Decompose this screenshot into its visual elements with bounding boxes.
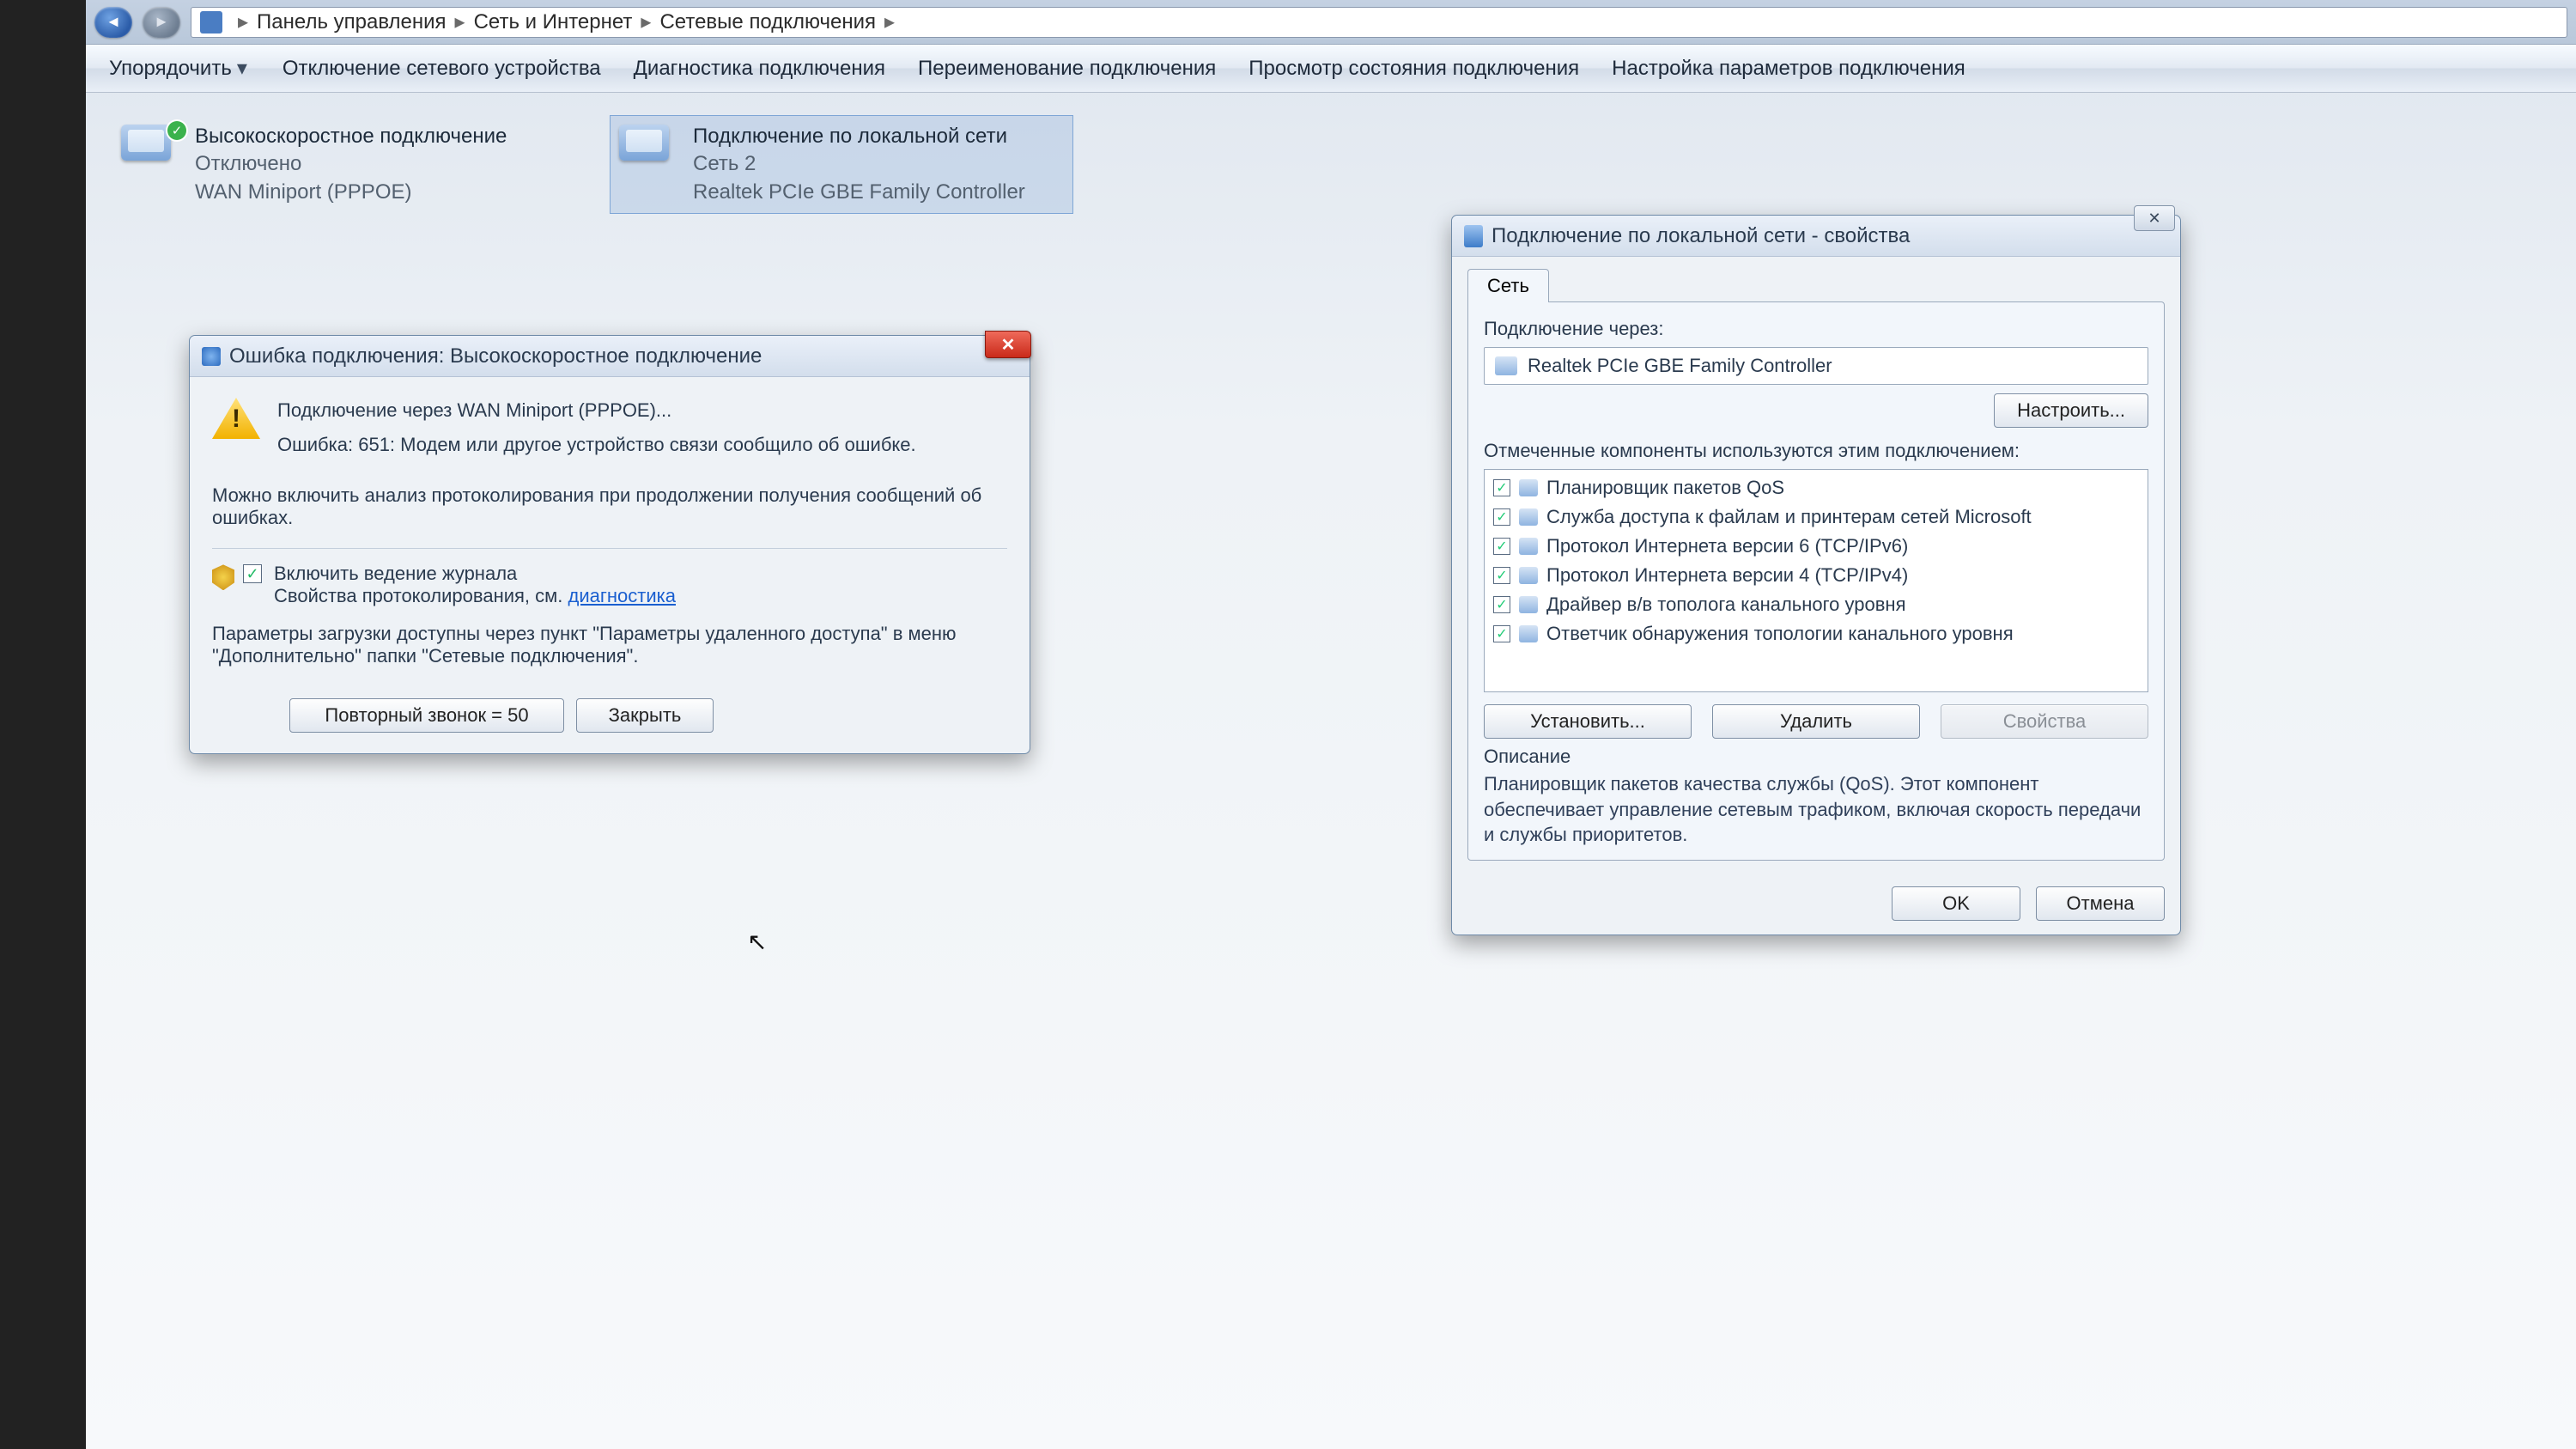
chevron-right-icon: ▸ [455, 9, 465, 34]
connection-status: Отключено [195, 150, 507, 178]
chevron-right-icon: ▸ [884, 9, 895, 34]
connection-name: Подключение по локальной сети [693, 123, 1025, 150]
params-note-text: Параметры загрузки доступны через пункт … [212, 623, 1007, 667]
breadcrumb-item[interactable]: Сеть и Интернет [474, 10, 633, 34]
error-analysis-text: Можно включить анализ протоколирования п… [212, 484, 1007, 529]
chevron-right-icon: ▸ [641, 9, 651, 34]
breadcrumb-item[interactable]: Сетевые подключения [659, 10, 876, 34]
checkbox[interactable]: ✓ [1493, 596, 1510, 613]
connection-status: Сеть 2 [693, 150, 1025, 178]
component-item[interactable]: ✓ Ответчик обнаружения топологии канально… [1486, 619, 2146, 648]
shield-icon [212, 564, 234, 590]
toolbar-disable-device[interactable]: Отключение сетевого устройства [277, 53, 606, 84]
component-item[interactable]: ✓ Планировщик пакетов QoS [1486, 473, 2146, 502]
error-dialog-titlebar[interactable]: Ошибка подключения: Высокоскоростное под… [190, 336, 1030, 377]
dialup-icon [202, 347, 221, 366]
component-label: Драйвер в/в тополога канального уровня [1546, 594, 1906, 616]
nav-forward-button[interactable] [143, 7, 180, 38]
divider [212, 548, 1007, 549]
component-icon [1519, 567, 1538, 584]
close-icon: ✕ [2148, 210, 2160, 228]
component-icon [1519, 538, 1538, 555]
component-icon [1519, 625, 1538, 642]
checkbox[interactable]: ✓ [1493, 567, 1510, 584]
component-label: Служба доступа к файлам и принтерам сете… [1546, 506, 2032, 528]
configure-button[interactable]: Настроить... [1994, 393, 2148, 428]
properties-button[interactable]: Свойства [1941, 704, 2148, 739]
close-dialog-button[interactable]: Закрыть [576, 698, 714, 733]
arrow-left-icon [106, 13, 121, 31]
checkbox[interactable]: ✓ [1493, 625, 1510, 642]
toolbar-rename[interactable]: Переименование подключения [913, 53, 1221, 84]
description-label: Описание [1484, 746, 2148, 768]
component-icon [1519, 508, 1538, 526]
install-button[interactable]: Установить... [1484, 704, 1692, 739]
adapter-name: Realtek PCIe GBE Family Controller [1528, 355, 1832, 377]
organize-menu[interactable]: Упорядочить [101, 52, 255, 85]
connection-name: Высокоскоростное подключение [195, 123, 507, 150]
connect-via-label: Подключение через: [1484, 318, 2148, 340]
status-check-icon: ✓ [167, 121, 186, 140]
connection-list: ✓ Высокоскоростное подключение Отключено… [112, 115, 2550, 214]
component-item[interactable]: ✓ Протокол Интернета версии 6 (TCP/IPv6) [1486, 532, 2146, 561]
enable-logging-label: Включить ведение журнала [274, 563, 1007, 585]
checkbox[interactable]: ✓ [1493, 479, 1510, 496]
connection-device: WAN Miniport (PPPOE) [195, 179, 507, 206]
component-item[interactable]: ✓ Протокол Интернета версии 4 (TCP/IPv4) [1486, 561, 2146, 590]
log-props-prefix: Свойства протоколирования, см. [274, 585, 568, 606]
component-item[interactable]: ✓ Служба доступа к файлам и принтерам сет… [1486, 502, 2146, 532]
components-label: Отмеченные компоненты используются этим … [1484, 440, 2148, 462]
toolbar-change-settings[interactable]: Настройка параметров подключения [1607, 53, 1971, 84]
component-label: Планировщик пакетов QoS [1546, 477, 1784, 499]
cancel-button[interactable]: Отмена [2036, 886, 2165, 921]
error-dialog: Ошибка подключения: Высокоскоростное под… [189, 335, 1030, 754]
toolbar-view-status[interactable]: Просмотр состояния подключения [1243, 53, 1584, 84]
component-item[interactable]: ✓ Драйвер в/в тополога канального уровня [1486, 590, 2146, 619]
error-dialog-title: Ошибка подключения: Высокоскоростное под… [229, 344, 762, 368]
enable-logging-checkbox[interactable]: ✓ [243, 564, 262, 583]
breadcrumb-item[interactable]: Панель управления [257, 10, 446, 34]
diagnostics-link[interactable]: диагностика [568, 585, 676, 606]
component-label: Протокол Интернета версии 6 (TCP/IPv6) [1546, 535, 1908, 557]
close-button[interactable]: ✕ [2134, 205, 2175, 231]
components-list[interactable]: ✓ Планировщик пакетов QoS ✓ Служба доступа… [1484, 469, 2148, 692]
network-adapter-icon [1464, 225, 1483, 247]
properties-dialog: Подключение по локальной сети - свойства… [1451, 215, 2181, 935]
connection-item-broadband[interactable]: ✓ Высокоскоростное подключение Отключено… [112, 115, 575, 214]
redial-button[interactable]: Повторный звонок = 50 [289, 698, 564, 733]
properties-dialog-title: Подключение по локальной сети - свойства [1492, 224, 1910, 248]
component-icon [1519, 596, 1538, 613]
close-button[interactable]: ✕ [985, 331, 1031, 358]
close-icon: ✕ [1001, 334, 1016, 356]
cursor-icon: ↖ [747, 928, 767, 956]
uninstall-button[interactable]: Удалить [1712, 704, 1920, 739]
component-label: Протокол Интернета версии 4 (TCP/IPv4) [1546, 564, 1908, 587]
explorer-toolbar: Упорядочить Отключение сетевого устройст… [86, 45, 2576, 93]
nav-back-button[interactable] [94, 7, 132, 38]
ok-button[interactable]: OK [1892, 886, 2020, 921]
control-panel-icon [200, 11, 222, 33]
tab-network[interactable]: Сеть [1467, 269, 1549, 302]
properties-tabs: Сеть [1467, 269, 2165, 302]
address-bar: ▸ Панель управления ▸ Сеть и Интернет ▸ … [86, 0, 2576, 45]
breadcrumb[interactable]: ▸ Панель управления ▸ Сеть и Интернет ▸ … [191, 7, 2567, 38]
error-code-text: Ошибка: 651: Модем или другое устройство… [277, 432, 916, 458]
broadband-icon [121, 125, 171, 161]
error-via-text: Подключение через WAN Miniport (PPPOE)..… [277, 398, 916, 423]
checkbox[interactable]: ✓ [1493, 538, 1510, 555]
warning-icon [212, 398, 260, 439]
arrow-right-icon [154, 13, 169, 31]
adapter-field[interactable]: Realtek PCIe GBE Family Controller [1484, 347, 2148, 385]
connection-device: Realtek PCIe GBE Family Controller [693, 179, 1025, 206]
description-text: Планировщик пакетов качества службы (QoS… [1484, 771, 2148, 848]
component-label: Ответчик обнаружения топологии канальног… [1546, 623, 2014, 645]
properties-dialog-titlebar[interactable]: Подключение по локальной сети - свойства… [1452, 216, 2180, 257]
toolbar-diagnose[interactable]: Диагностика подключения [629, 53, 890, 84]
nic-icon [1495, 356, 1517, 375]
component-icon [1519, 479, 1538, 496]
chevron-right-icon: ▸ [238, 9, 248, 34]
lan-icon [619, 125, 669, 161]
connection-item-lan[interactable]: Подключение по локальной сети Сеть 2 Rea… [610, 115, 1073, 214]
checkbox[interactable]: ✓ [1493, 508, 1510, 526]
